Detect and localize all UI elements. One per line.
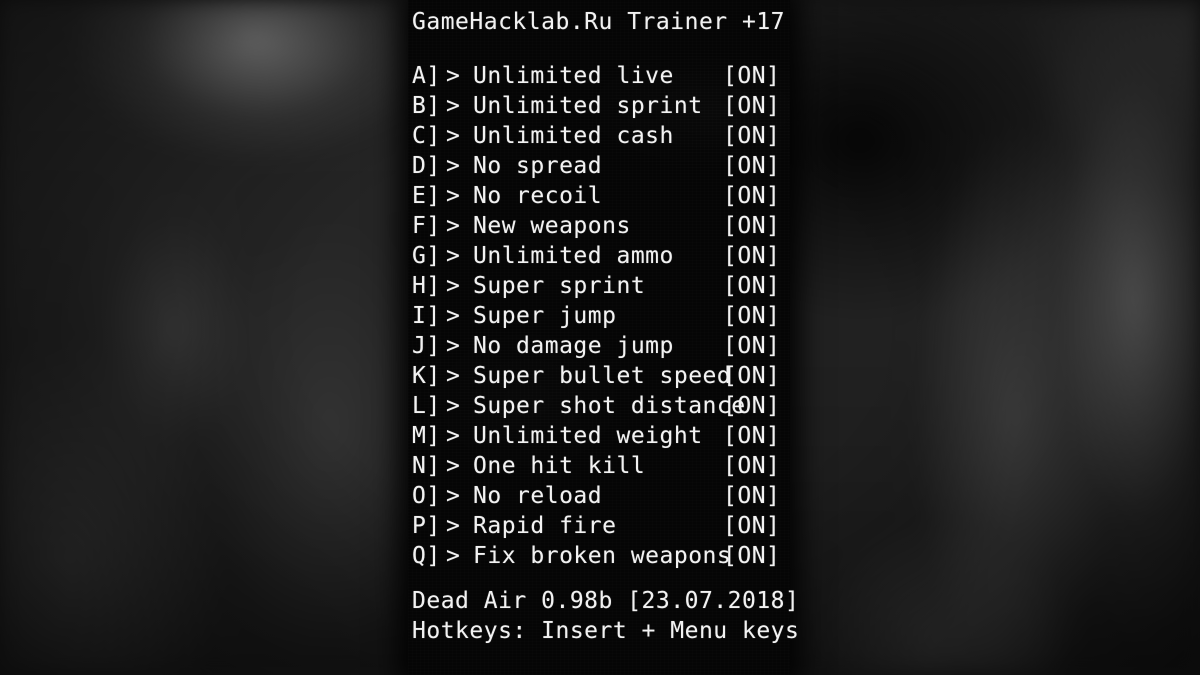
cheat-hotkey-label: N]	[412, 453, 441, 479]
trainer-overlay-panel: GameHacklab.Ru Trainer +17 A] > Unlimited …	[408, 0, 800, 675]
cheat-status-badge[interactable]: [ON]	[723, 301, 783, 331]
cheat-row[interactable]: M] > Unlimited weight [ON]	[412, 421, 786, 451]
cheat-hotkey-label: I]	[412, 303, 441, 329]
cheat-hotkey-label: H]	[412, 273, 441, 299]
cheat-row[interactable]: B] > Unlimited sprint [ON]	[412, 91, 786, 121]
cheat-status-badge[interactable]: [ON]	[723, 421, 783, 451]
trainer-console: GameHacklab.Ru Trainer +17 A] > Unlimited …	[408, 0, 800, 675]
cheat-name-label: Fix broken weapons	[473, 543, 732, 569]
cheat-row[interactable]: J] > No damage jump [ON]	[412, 331, 786, 361]
cheat-row[interactable]: N] > One hit kill [ON]	[412, 451, 786, 481]
cheat-status-badge[interactable]: [ON]	[723, 511, 783, 541]
cheat-row[interactable]: D] > No spread [ON]	[412, 151, 786, 181]
cheat-name-label: Unlimited sprint	[473, 93, 703, 119]
cheat-hotkey-label: L]	[412, 393, 441, 419]
cheat-hotkey-label: Q]	[412, 543, 441, 569]
cheat-status-badge[interactable]: [ON]	[723, 61, 783, 91]
chevron-right-icon: >	[446, 393, 461, 419]
cheat-row[interactable]: O] > No reload [ON]	[412, 481, 786, 511]
cheat-name-label: Unlimited cash	[473, 123, 674, 149]
chevron-right-icon: >	[446, 303, 461, 329]
cheat-row[interactable]: G] > Unlimited ammo [ON]	[412, 241, 786, 271]
cheat-status-badge[interactable]: [ON]	[723, 181, 783, 211]
cheat-name-label: Super bullet speed	[473, 363, 732, 389]
cheat-status-badge[interactable]: [ON]	[723, 151, 783, 181]
cheat-status-badge[interactable]: [ON]	[723, 541, 783, 571]
game-version-label: Dead Air 0.98b [23.07.2018]	[412, 588, 800, 614]
cheat-name-label: Super shot distance	[473, 393, 746, 419]
cheat-name-label: Unlimited live	[473, 63, 674, 89]
chevron-right-icon: >	[446, 243, 461, 269]
cheat-name-label: No reload	[473, 483, 603, 509]
cheat-name-label: No spread	[473, 153, 603, 179]
cheat-row[interactable]: I] > Super jump [ON]	[412, 301, 786, 331]
cheat-row[interactable]: P] > Rapid fire [ON]	[412, 511, 786, 541]
chevron-right-icon: >	[446, 213, 461, 239]
chevron-right-icon: >	[446, 153, 461, 179]
cheat-status-badge[interactable]: [ON]	[723, 271, 783, 301]
chevron-right-icon: >	[446, 93, 461, 119]
cheat-hotkey-label: A]	[412, 63, 441, 89]
chevron-right-icon: >	[446, 483, 461, 509]
cheat-status-badge[interactable]: [ON]	[723, 121, 783, 151]
cheat-row[interactable]: C] > Unlimited cash [ON]	[412, 121, 786, 151]
cheat-row[interactable]: H] > Super sprint [ON]	[412, 271, 786, 301]
cheat-hotkey-label: P]	[412, 513, 441, 539]
chevron-right-icon: >	[446, 333, 461, 359]
chevron-right-icon: >	[446, 513, 461, 539]
cheat-row[interactable]: L] > Super shot distance[ON]	[412, 391, 786, 421]
hotkeys-label: Hotkeys: Insert + Menu keys	[412, 618, 800, 644]
cheat-hotkey-label: D]	[412, 153, 441, 179]
chevron-right-icon: >	[446, 63, 461, 89]
chevron-right-icon: >	[446, 123, 461, 149]
chevron-right-icon: >	[446, 273, 461, 299]
cheat-name-label: Super jump	[473, 303, 617, 329]
cheat-hotkey-label: M]	[412, 423, 441, 449]
cheat-name-label: No damage jump	[473, 333, 674, 359]
cheat-name-label: One hit kill	[473, 453, 646, 479]
cheat-row[interactable]: Q] > Fix broken weapons[ON]	[412, 541, 786, 571]
cheat-hotkey-label: F]	[412, 213, 441, 239]
screenshot-root: GameHacklab.Ru Trainer +17 A] > Unlimited …	[0, 0, 1200, 675]
cheat-hotkey-label: O]	[412, 483, 441, 509]
cheat-row[interactable]: A] > Unlimited live [ON]	[412, 61, 786, 91]
cheat-hotkey-label: C]	[412, 123, 441, 149]
cheat-name-label: Unlimited weight	[473, 423, 703, 449]
trainer-title: GameHacklab.Ru Trainer +17	[412, 9, 786, 35]
cheat-hotkey-label: E]	[412, 183, 441, 209]
cheat-name-label: No recoil	[473, 183, 603, 209]
cheat-status-badge[interactable]: [ON]	[723, 481, 783, 511]
chevron-right-icon: >	[446, 543, 461, 569]
cheat-status-badge[interactable]: [ON]	[723, 211, 783, 241]
cheat-hotkey-label: B]	[412, 93, 441, 119]
cheat-name-label: Unlimited ammo	[473, 243, 674, 269]
cheat-hotkey-label: K]	[412, 363, 441, 389]
cheat-status-badge[interactable]: [ON]	[723, 331, 783, 361]
chevron-right-icon: >	[446, 453, 461, 479]
chevron-right-icon: >	[446, 183, 461, 209]
cheat-status-badge[interactable]: [ON]	[723, 451, 783, 481]
cheat-status-badge[interactable]: [ON]	[723, 391, 783, 421]
cheat-status-badge[interactable]: [ON]	[723, 361, 783, 391]
cheat-name-label: Super sprint	[473, 273, 646, 299]
cheat-row[interactable]: E] > No recoil [ON]	[412, 181, 786, 211]
chevron-right-icon: >	[446, 363, 461, 389]
chevron-right-icon: >	[446, 423, 461, 449]
cheat-name-label: Rapid fire	[473, 513, 617, 539]
cheat-status-badge[interactable]: [ON]	[723, 91, 783, 121]
cheat-row[interactable]: F] > New weapons [ON]	[412, 211, 786, 241]
cheat-status-badge[interactable]: [ON]	[723, 241, 783, 271]
cheat-row[interactable]: K] > Super bullet speed[ON]	[412, 361, 786, 391]
cheat-hotkey-label: G]	[412, 243, 441, 269]
cheat-name-label: New weapons	[473, 213, 631, 239]
cheat-hotkey-label: J]	[412, 333, 441, 359]
